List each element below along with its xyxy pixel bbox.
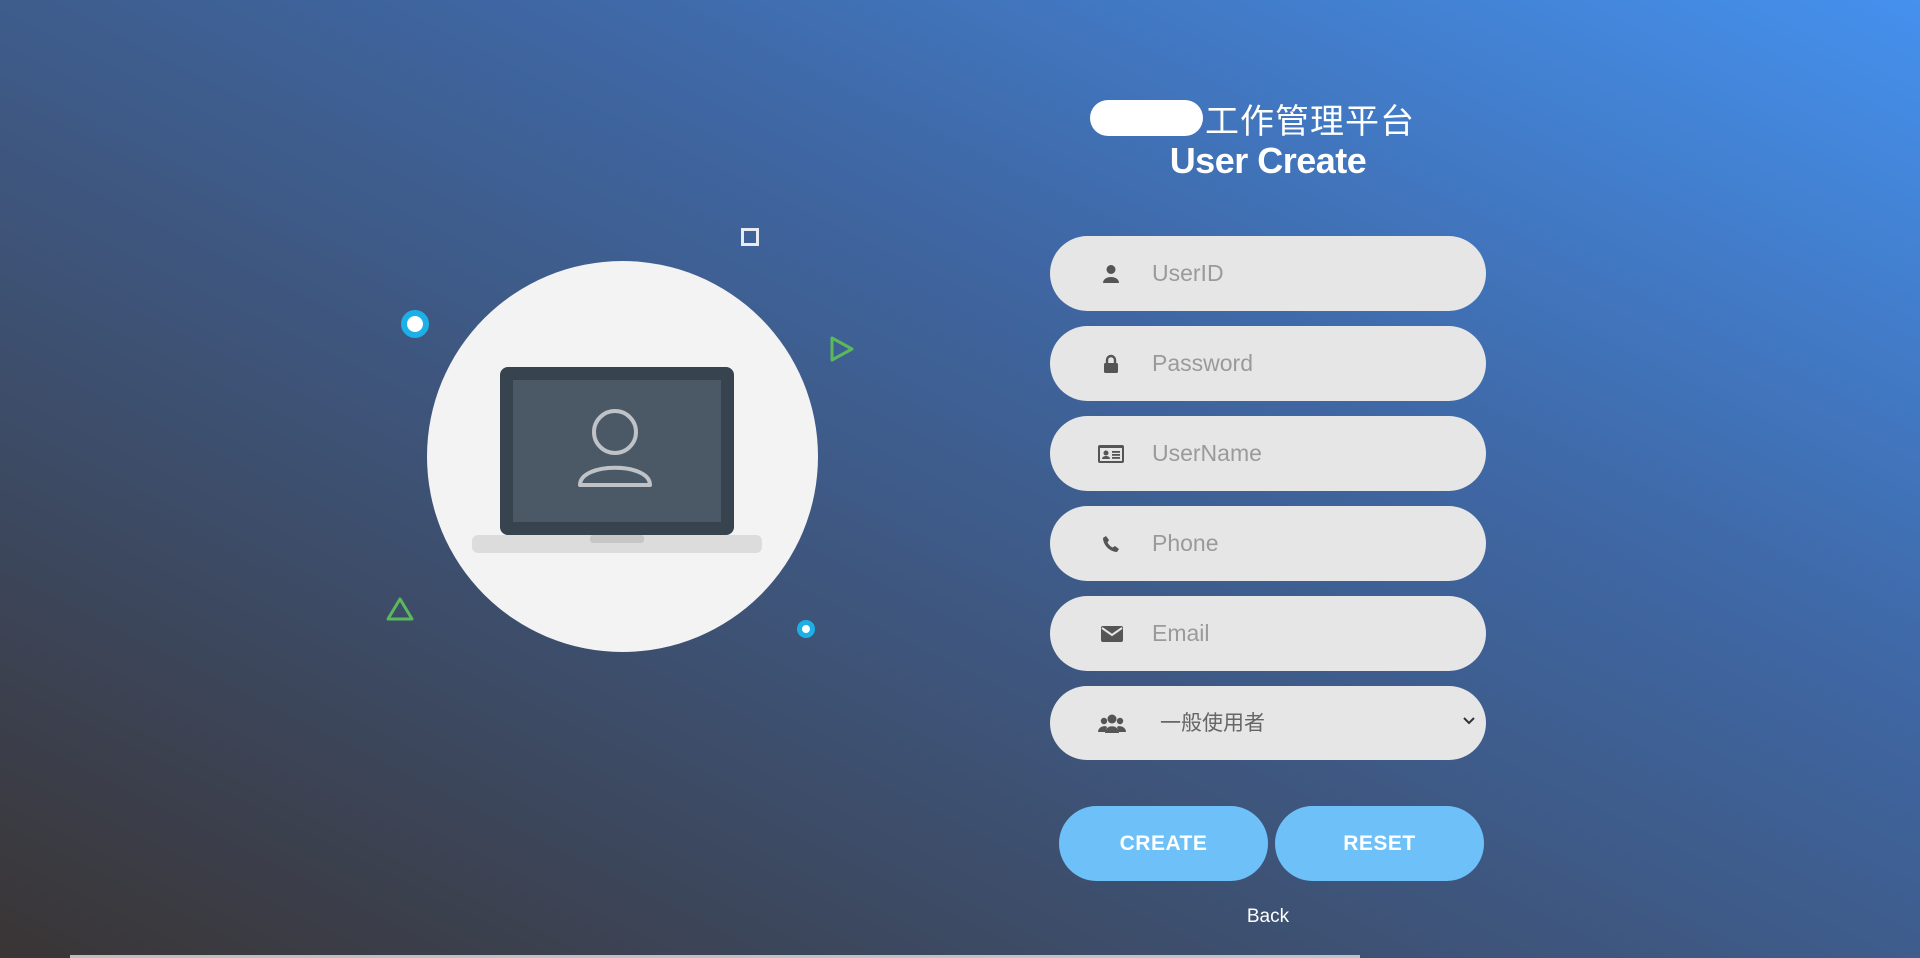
square-decoration [741,228,759,246]
form-title: User Create [1169,140,1367,181]
username-field[interactable]: UserName [1050,416,1486,491]
password-field[interactable]: Password [1050,326,1486,401]
role-select[interactable]: 一般使用者 [1050,686,1486,760]
back-link[interactable]: Back [1050,906,1486,928]
username-placeholder: UserName [1152,440,1262,466]
page-title: 工作管理平台 [1090,96,1415,142]
redacted-logo [1090,100,1203,136]
id-card-icon [1097,443,1125,465]
email-field[interactable]: Email [1050,596,1486,671]
triangle-decoration [386,597,414,621]
lock-icon [1100,353,1122,375]
user-icon [1100,263,1122,285]
userid-field[interactable]: UserID [1050,236,1486,311]
role-select-value: 一般使用者 [1160,711,1265,735]
users-icon [1098,713,1126,735]
platform-title: 工作管理平台 [1205,101,1415,142]
chevron-down-icon[interactable] [1462,716,1476,726]
illustration [0,0,960,958]
email-placeholder: Email [1152,620,1210,646]
ring-decoration [401,310,429,338]
reset-button[interactable]: RESET [1275,806,1484,881]
triangle-decoration [830,336,854,362]
userid-placeholder: UserID [1152,260,1224,286]
password-placeholder: Password [1152,350,1253,376]
phone-placeholder: Phone [1152,530,1219,556]
phone-field[interactable]: Phone [1050,506,1486,581]
ring-decoration [797,620,815,638]
phone-icon [1100,533,1122,555]
envelope-icon [1100,623,1124,645]
laptop-user-icon [472,367,762,553]
create-button[interactable]: CREATE [1059,806,1268,881]
